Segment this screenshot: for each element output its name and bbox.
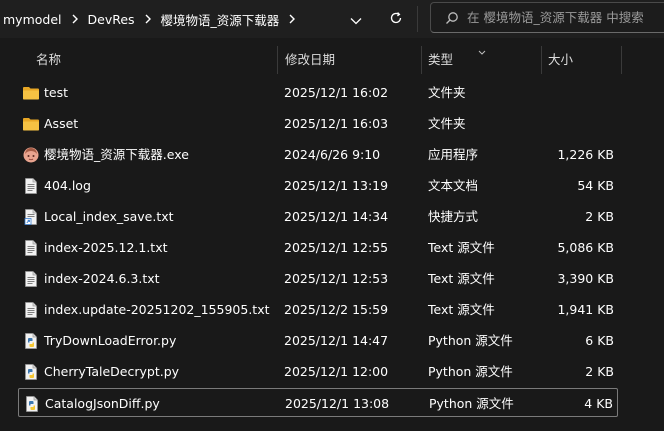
- file-size: 2 KB: [585, 364, 614, 379]
- file-name: 404.log: [44, 178, 91, 193]
- column-header-type[interactable]: 类型: [428, 44, 453, 76]
- file-modified-date: 2025/12/1 12:00: [284, 364, 389, 379]
- file-name: Asset: [44, 116, 79, 131]
- file-type: 快捷方式: [428, 209, 479, 224]
- file-type: 文件夹: [428, 116, 466, 131]
- file-size: 54 KB: [577, 178, 614, 193]
- toolbar-divider: [417, 6, 418, 32]
- search-input[interactable]: [467, 10, 657, 25]
- file-row[interactable]: CatalogJsonDiff.py 2025/12/1 13:08 Python …: [18, 388, 618, 417]
- column-header-date[interactable]: 修改日期: [285, 44, 335, 76]
- file-modified-date: 2025/12/1 13:08: [285, 396, 390, 411]
- file-size: 1,941 KB: [557, 302, 614, 317]
- column-divider[interactable]: [421, 46, 422, 74]
- column-header-size[interactable]: 大小: [548, 44, 573, 76]
- column-divider[interactable]: [277, 46, 278, 74]
- file-type: 文本文档: [428, 178, 479, 193]
- search-icon: [445, 11, 459, 25]
- folder-icon: [22, 84, 40, 102]
- file-type: Python 源文件: [429, 396, 514, 411]
- file-size: 1,226 KB: [557, 147, 614, 162]
- file-name: index-2025.12.1.txt: [44, 240, 168, 255]
- text-file-icon: [22, 270, 40, 288]
- file-size: 3,390 KB: [557, 271, 614, 286]
- file-row[interactable]: TryDownLoadError.py 2025/12/1 14:47 Python…: [18, 326, 618, 355]
- file-modified-date: 2024/6/26 9:10: [284, 147, 381, 162]
- column-header: 名称 修改日期 类型 大小: [0, 44, 664, 76]
- file-modified-date: 2025/12/1 14:47: [284, 333, 389, 348]
- file-type: Python 源文件: [428, 364, 513, 379]
- folder-icon: [22, 115, 40, 133]
- file-name: index.update-20251202_155905.txt: [44, 302, 270, 317]
- app-icon: [22, 146, 40, 164]
- breadcrumb-item-devres[interactable]: DevRes: [85, 12, 138, 27]
- file-name: CherryTaleDecrypt.py: [44, 364, 180, 379]
- file-size: 5,086 KB: [557, 240, 614, 255]
- file-name: index-2024.6.3.txt: [44, 271, 160, 286]
- file-size: 2 KB: [585, 209, 614, 224]
- file-modified-date: 2025/12/1 12:55: [284, 240, 389, 255]
- python-file-icon: [23, 395, 41, 413]
- file-row[interactable]: Local_index_save.txt 2025/12/1 14:34 快捷方式 2…: [18, 202, 618, 231]
- text-file-icon: [22, 301, 40, 319]
- file-row[interactable]: index-2024.6.3.txt 2025/12/1 12:53 Text 源文…: [18, 264, 618, 293]
- breadcrumb-item-current-folder[interactable]: 樱境物语_资源下载器: [158, 10, 283, 29]
- chevron-right-icon[interactable]: [282, 14, 302, 24]
- python-file-icon: [22, 363, 40, 381]
- file-size: 4 KB: [584, 396, 613, 411]
- search-box[interactable]: [430, 2, 664, 33]
- file-modified-date: 2025/12/2 15:59: [284, 302, 389, 317]
- file-name: CatalogJsonDiff.py: [45, 396, 160, 411]
- breadcrumb-item-mymodel[interactable]: mymodel: [0, 12, 65, 27]
- file-modified-date: 2025/12/1 13:19: [284, 178, 389, 193]
- file-type: Text 源文件: [428, 302, 495, 317]
- file-name: TryDownLoadError.py: [44, 333, 177, 348]
- refresh-button[interactable]: [382, 7, 410, 31]
- text-file-icon: [22, 239, 40, 257]
- file-size: 6 KB: [585, 333, 614, 348]
- shortcut-icon: [22, 208, 40, 226]
- file-row[interactable]: index-2025.12.1.txt 2025/12/1 12:55 Text 源…: [18, 233, 618, 262]
- file-modified-date: 2025/12/1 16:02: [284, 85, 389, 100]
- file-type: 应用程序: [428, 147, 479, 162]
- file-type: Text 源文件: [428, 271, 495, 286]
- chevron-right-icon[interactable]: [65, 14, 85, 24]
- file-name: 樱境物语_资源下载器.exe: [44, 147, 189, 162]
- file-modified-date: 2025/12/1 16:03: [284, 116, 389, 131]
- chevron-down-icon: [350, 10, 362, 29]
- file-row[interactable]: 樱境物语_资源下载器.exe 2024/6/26 9:10 应用程序 1,226 KB: [18, 140, 618, 169]
- sort-caret-icon: [478, 44, 486, 59]
- refresh-icon: [389, 10, 403, 29]
- file-row[interactable]: Asset 2025/12/1 16:03 文件夹: [18, 109, 618, 138]
- file-name: Local_index_save.txt: [44, 209, 174, 224]
- file-row[interactable]: CherryTaleDecrypt.py 2025/12/1 12:00 Pytho…: [18, 357, 618, 386]
- chevron-right-icon[interactable]: [138, 14, 158, 24]
- file-row[interactable]: test 2025/12/1 16:02 文件夹: [18, 78, 618, 107]
- column-divider[interactable]: [621, 46, 622, 74]
- column-divider[interactable]: [541, 46, 542, 74]
- file-row[interactable]: 404.log 2025/12/1 13:19 文本文档 54 KB: [18, 171, 618, 200]
- address-bar: mymodel DevRes 樱境物语_资源下载器: [0, 0, 664, 38]
- file-type: Python 源文件: [428, 333, 513, 348]
- file-modified-date: 2025/12/1 14:34: [284, 209, 389, 224]
- address-history-dropdown[interactable]: [344, 7, 368, 31]
- python-file-icon: [22, 332, 40, 350]
- file-name: test: [44, 85, 69, 100]
- file-type: Text 源文件: [428, 240, 495, 255]
- file-row[interactable]: index.update-20251202_155905.txt 2025/12/…: [18, 295, 618, 324]
- column-header-name[interactable]: 名称: [36, 44, 61, 76]
- file-modified-date: 2025/12/1 12:53: [284, 271, 389, 286]
- text-file-icon: [22, 177, 40, 195]
- file-type: 文件夹: [428, 85, 466, 100]
